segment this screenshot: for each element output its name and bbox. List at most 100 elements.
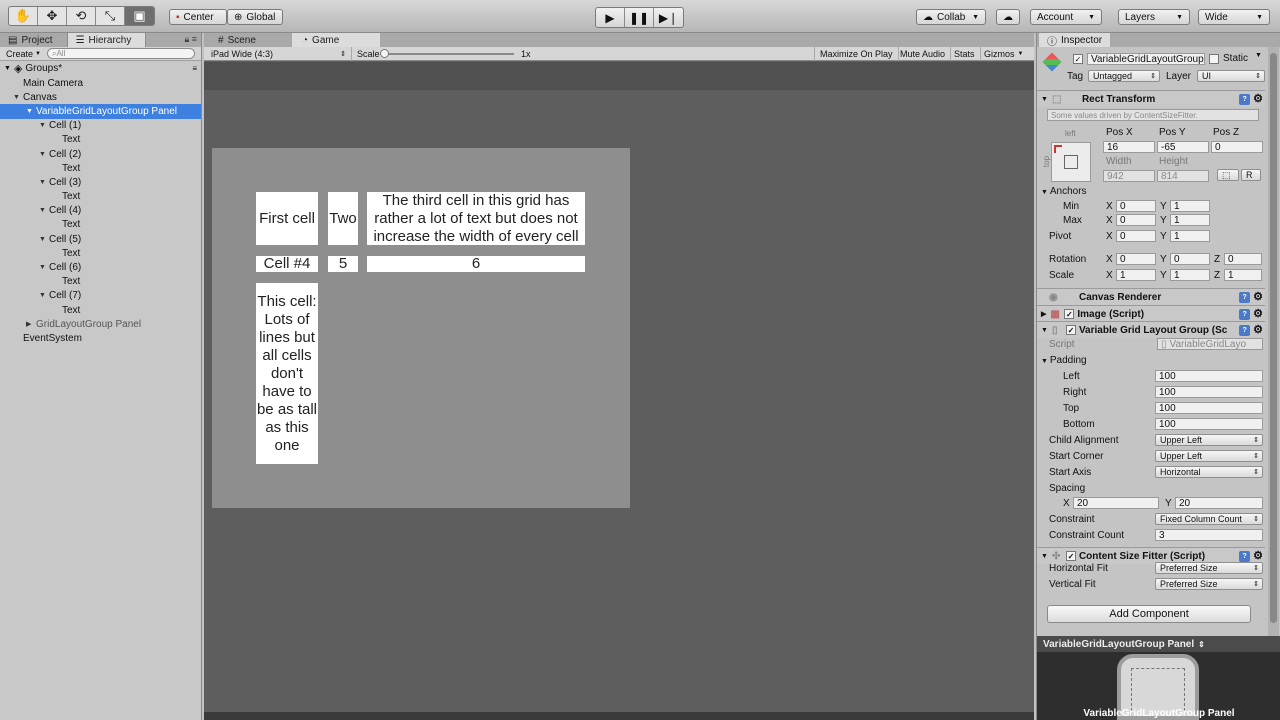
tag-dropdown[interactable]: Untagged ⇕ [1088,70,1160,82]
move-icon[interactable]: ✥ [38,7,67,25]
hierarchy-item[interactable]: Text [0,218,201,232]
vglg-enabled-checkbox[interactable]: ✓ [1065,325,1076,335]
static-checkbox[interactable] [1209,54,1219,64]
canvas-renderer-header[interactable]: ◉ Canvas Renderer ? ⚙ [1037,288,1265,305]
pivot-y-field[interactable]: 1 [1170,230,1210,242]
foldout-arrow-icon[interactable]: ▶ [26,320,36,328]
anchor-min-y-field[interactable]: 1 [1170,200,1210,212]
hierarchy-item[interactable]: ▼ Cell (2) [0,147,201,161]
collab-button[interactable]: ☁ Collab ▼ [916,9,986,25]
hierarchy-item[interactable]: ▼ Cell (1) [0,119,201,133]
help-book-icon[interactable]: ? [1239,309,1251,320]
lock-icon[interactable]: 🔒︎ ≡ [184,34,197,45]
hierarchy-item[interactable]: ▼ Cell (6) [0,260,201,274]
help-book-icon[interactable]: ? [1239,325,1251,336]
hierarchy-item[interactable]: EventSystem [0,331,201,345]
hierarchy-item[interactable]: ▼ Cell (5) [0,232,201,246]
foldout-arrow-icon[interactable]: ▼ [39,151,49,158]
mute-audio-toggle[interactable]: Mute Audio [895,47,952,61]
foldout-arrow-icon[interactable]: ▼ [39,122,49,129]
hierarchy-item[interactable]: ▼ Cell (3) [0,175,201,189]
scene-root[interactable]: ▼ ◈ Groups* ≡ [0,61,201,76]
padding-foldout[interactable]: ▼ Padding [1041,355,1087,366]
anchor-max-y-field[interactable]: 1 [1170,214,1210,226]
account-dropdown[interactable]: Account ▼ [1030,9,1102,25]
foldout-arrow-icon[interactable]: ▼ [39,179,49,186]
rect-transform-header[interactable]: ▼ ⬚ Rect Transform ? ⚙ [1037,90,1265,107]
spacing-x-field[interactable]: 20 [1073,497,1159,509]
cloud-button[interactable]: ☁ [996,9,1020,25]
inspector-scrollbar[interactable] [1268,47,1279,642]
space-toggle[interactable]: ⊕ Global [227,9,283,25]
hierarchy-item[interactable]: Text [0,275,201,289]
vglg-header[interactable]: ▼ ▯ ✓ Variable Grid Layout Group (Sc ? ⚙ [1037,321,1265,338]
object-name-field[interactable]: VariableGridLayoutGroup [1087,53,1205,65]
posy-field[interactable]: -65 [1157,141,1209,153]
create-dropdown[interactable]: Create ▼ [6,49,41,59]
anchor-preset-button[interactable] [1051,142,1091,182]
tab-hierarchy[interactable]: ☰ Hierarchy [67,33,147,47]
hierarchy-item[interactable]: ▶ GridLayoutGroup Panel [0,317,201,331]
foldout-arrow-icon[interactable]: ▼ [13,94,23,101]
gear-icon[interactable]: ⚙ [1253,292,1263,303]
image-enabled-checkbox[interactable]: ✓ [1064,309,1075,319]
hierarchy-item[interactable]: ▼ VariableGridLayoutGroup Panel [0,104,201,119]
gear-icon[interactable]: ⚙ [1253,551,1263,562]
hand-icon[interactable]: ✋ [9,7,38,25]
hierarchy-item[interactable]: Text [0,161,201,175]
image-script-header[interactable]: ▶ ▦ ✓ Image (Script) ? ⚙ [1037,305,1265,322]
tab-inspector[interactable]: ⓘ Inspector [1039,33,1111,48]
rotation-x-field[interactable]: 0 [1116,253,1156,265]
rotation-z-field[interactable]: 0 [1224,253,1262,265]
scale-slider-handle[interactable] [380,49,389,58]
layers-dropdown[interactable]: Layers ▼ [1118,9,1190,25]
scale-icon[interactable]: ⤡ [96,7,125,25]
horizontal-fit-dropdown[interactable]: Preferred Size ⇕ [1155,562,1263,574]
layout-dropdown[interactable]: Wide ▼ [1198,9,1270,25]
padding-right-field[interactable]: 100 [1155,386,1263,398]
help-book-icon[interactable]: ? [1239,551,1251,562]
play-icon[interactable]: ▶ [596,8,625,27]
step-icon[interactable]: ▶❘ [654,8,683,27]
gear-icon[interactable]: ⚙ [1253,94,1263,105]
posz-field[interactable]: 0 [1211,141,1263,153]
hierarchy-item[interactable]: ▼ Cell (7) [0,289,201,303]
pivot-toggle[interactable]: ▪ Center [169,9,227,25]
vertical-fit-dropdown[interactable]: Preferred Size ⇕ [1155,578,1263,590]
preview-header[interactable]: VariableGridLayoutGroup Panel ⇕ [1037,636,1280,652]
active-checkbox[interactable]: ✓ [1073,54,1083,64]
constraint-count-field[interactable]: 3 [1155,529,1263,541]
add-component-button[interactable]: Add Component [1047,605,1251,623]
hierarchy-search-input[interactable]: ⌕ All [46,48,195,59]
menu-icon[interactable]: ≡ [192,64,197,73]
hierarchy-item[interactable]: ▼ Cell (4) [0,204,201,218]
hierarchy-item[interactable]: ▼ Canvas [0,90,201,104]
scale-slider-track[interactable] [384,53,514,55]
gizmos-dropdown[interactable]: Gizmos ▼ [979,47,1028,61]
layer-dropdown[interactable]: UI ⇕ [1197,70,1265,82]
gear-icon[interactable]: ⚙ [1253,309,1263,320]
game-canvas[interactable]: First cell Two The third cell in this gr… [204,90,1034,712]
rotation-y-field[interactable]: 0 [1170,253,1210,265]
posx-field[interactable]: 16 [1103,141,1155,153]
hierarchy-item[interactable]: Text [0,303,201,317]
scale-y-field[interactable]: 1 [1170,269,1210,281]
maximize-on-play-toggle[interactable]: Maximize On Play [814,47,899,61]
child-alignment-dropdown[interactable]: Upper Left ⇕ [1155,434,1263,446]
chevron-down-icon[interactable]: ▼ [1255,52,1262,59]
blueprint-mode-button[interactable]: ⬚ [1217,169,1239,181]
stats-toggle[interactable]: Stats [949,47,981,61]
anchor-max-x-field[interactable]: 0 [1116,214,1156,226]
foldout-arrow-icon[interactable]: ▼ [39,207,49,214]
pivot-x-field[interactable]: 0 [1116,230,1156,242]
anchor-min-x-field[interactable]: 0 [1116,200,1156,212]
constraint-dropdown[interactable]: Fixed Column Count ⇕ [1155,513,1263,525]
spacing-y-field[interactable]: 20 [1175,497,1263,509]
resolution-dropdown[interactable]: iPad Wide (4:3) ⇕ [206,47,352,61]
hierarchy-item[interactable]: Main Camera [0,76,201,90]
padding-top-field[interactable]: 100 [1155,402,1263,414]
help-book-icon[interactable]: ? [1239,292,1251,303]
raw-edit-button[interactable]: R [1241,169,1261,181]
anchors-foldout[interactable]: ▼ Anchors [1041,186,1087,197]
scale-x-field[interactable]: 1 [1116,269,1156,281]
